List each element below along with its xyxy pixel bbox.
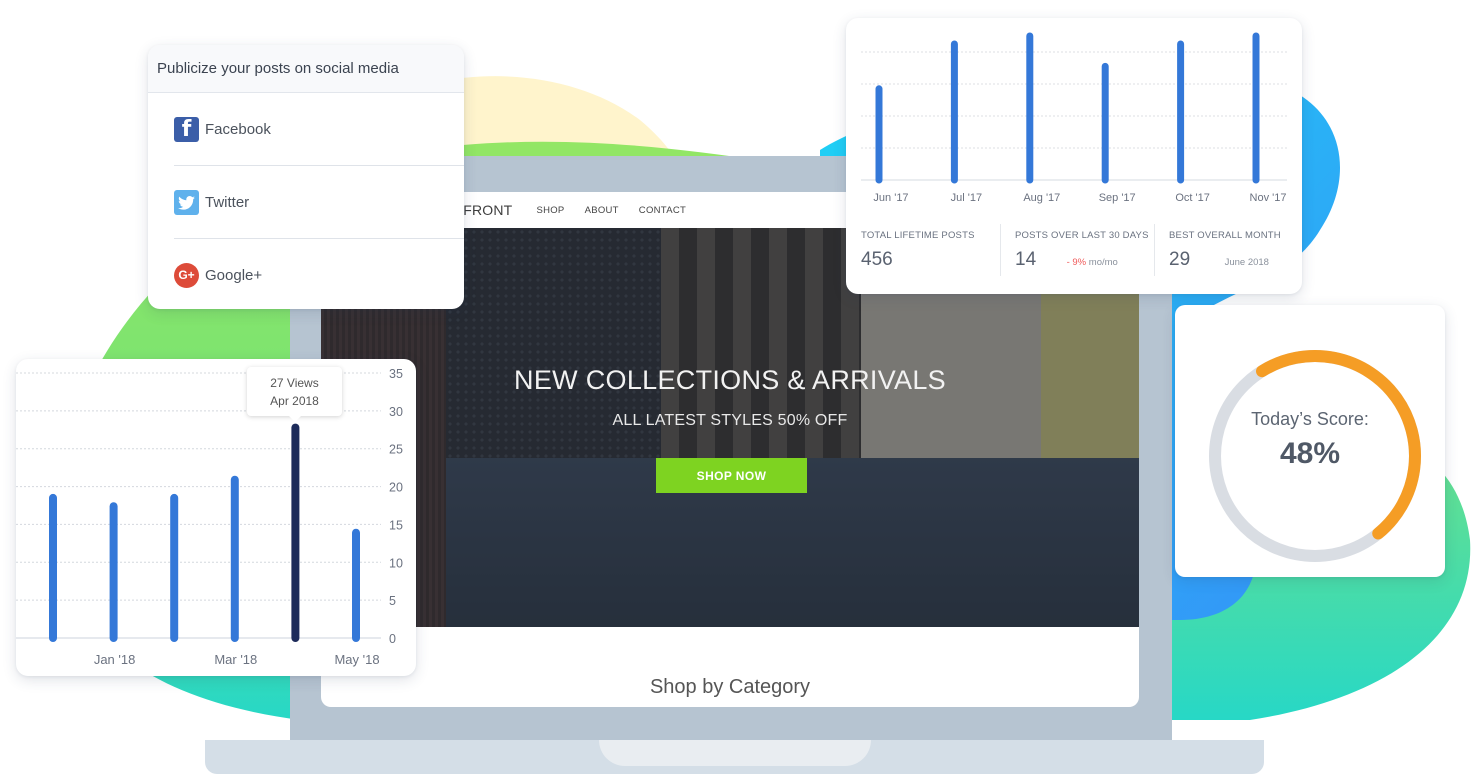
laptop-notch [599,740,871,766]
stat-change-unit: mo/mo [1088,257,1118,268]
y-tick-label: 30 [389,405,403,419]
x-tick-label: May '18 [334,652,379,667]
google-plus-icon: G+ [174,262,199,288]
stat-value: 456 [861,249,893,270]
social-item-twitter[interactable]: Twitter [174,167,464,239]
shop-now-button[interactable]: SHOP NOW [656,458,807,493]
hero-subtitle: ALL LATEST STYLES 50% OFF [612,412,848,429]
social-media-card: Publicize your posts on social media f F… [148,45,464,309]
x-tick-label: Jul '17 [951,192,982,204]
stat-change: - 9% mo/mo [1067,257,1118,268]
nav-link-about[interactable]: ABOUT [585,205,619,216]
x-tick-label: Jan '18 [94,652,136,667]
shop-by-category-heading: Shop by Category [649,676,811,698]
posts-stats-card: Jun '17 Jul '17 Aug '17 Sep '17 Oct '17 Nov '… [846,18,1302,294]
tooltip-views: 27 Views [270,376,319,390]
x-tick-label: Nov '17 [1250,192,1287,204]
x-tick-label: Aug '17 [1023,192,1060,204]
social-item-label: Google+ [205,266,263,284]
views-chart-card: 0 5 10 15 20 25 30 35 Jan '18 Mar '18 May '18 27 V… [16,359,416,676]
x-tick-label: Oct '17 [1175,192,1210,204]
y-tick-label: 20 [389,481,403,495]
y-tick-label: 5 [389,594,396,608]
stat-label: TOTAL LIFETIME POSTS [861,230,975,241]
score-value: 48% [1279,437,1341,470]
score-card: Today’s Score: 48% [1175,305,1445,577]
social-item-label: Twitter [205,194,250,211]
stat-posts-last-30-days: POSTS OVER LAST 30 DAYS 14 - 9% mo/mo [1015,226,1149,284]
y-tick-label: 10 [389,556,403,570]
stat-value: 14 [1015,249,1037,270]
monthly-posts-chart: Jun '17 Jul '17 Aug '17 Sep '17 Oct '17 Nov '… [861,32,1287,204]
y-tick-label: 0 [389,632,396,646]
y-tick-label: 35 [389,367,403,381]
x-tick-label: Jun '17 [873,192,908,204]
score-label: Today’s Score: [1251,409,1369,429]
stat-change-percent: - 9% [1066,257,1087,268]
social-item-google-plus[interactable]: G+ Google+ [174,239,464,309]
stat-label: POSTS OVER LAST 30 DAYS [1015,230,1149,241]
nav-link-shop[interactable]: SHOP [536,205,564,216]
tooltip-month: Apr 2018 [270,394,319,408]
nav-link-contact[interactable]: CONTACT [639,205,686,216]
stat-total-lifetime-posts: TOTAL LIFETIME POSTS 456 [861,226,975,284]
stat-best-month: June 2018 [1224,257,1269,268]
social-item-facebook[interactable]: f Facebook [174,94,464,166]
stat-divider [1154,224,1155,276]
x-tick-label: Sep '17 [1099,192,1136,204]
monthly-views-chart: 0 5 10 15 20 25 30 35 Jan '18 Mar '18 May '18 [16,367,403,667]
y-tick-label: 15 [389,518,403,532]
social-item-label: Facebook [205,121,271,138]
y-tick-label: 25 [389,443,403,457]
stat-best-overall-month: BEST OVERALL MONTH 29 June 2018 [1169,226,1281,284]
stat-value: 29 [1169,249,1191,270]
social-card-title: Publicize your posts on social media [148,45,464,93]
facebook-icon: f [174,117,199,142]
twitter-icon [174,190,199,215]
stat-divider [1000,224,1001,276]
chart-tooltip: 27 Views Apr 2018 [247,367,342,422]
stat-label: BEST OVERALL MONTH [1169,230,1281,241]
hero-title: NEW COLLECTIONS & ARRIVALS [514,365,946,395]
x-tick-label: Mar '18 [214,652,257,667]
